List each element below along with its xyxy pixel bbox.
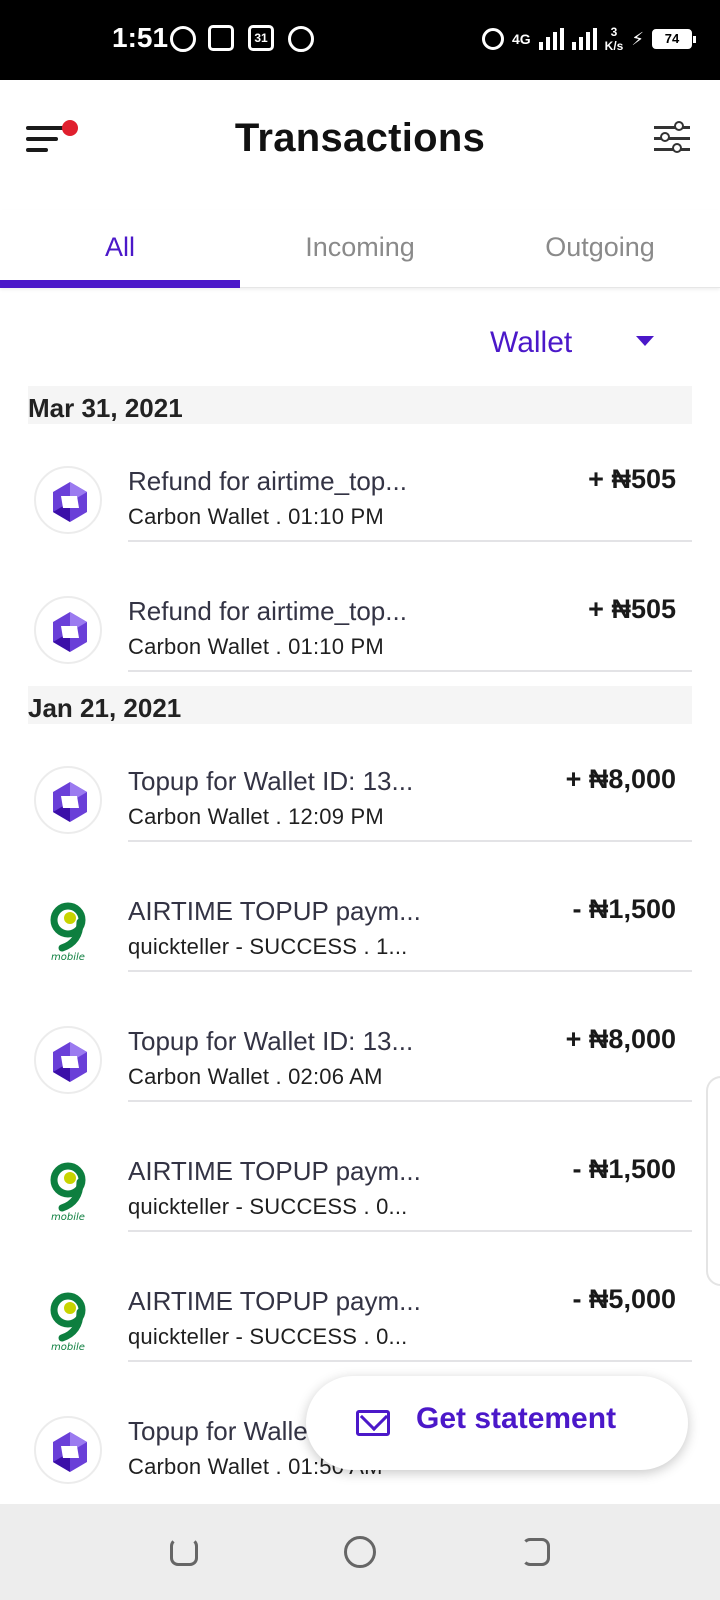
carbon-logo-icon	[34, 766, 102, 834]
tab-incoming[interactable]: Incoming	[240, 210, 480, 287]
date-header: Jan 21, 2021	[28, 686, 692, 724]
divider	[128, 540, 692, 542]
signal-icon	[538, 28, 564, 50]
home-icon[interactable]	[344, 1536, 376, 1568]
9mobile-logo-icon: mobile	[34, 1156, 102, 1224]
transaction-row[interactable]: Topup for Wallet ID: 13... Carbon Wallet…	[0, 746, 720, 856]
divider	[128, 1100, 692, 1102]
battery-icon: 74	[652, 29, 696, 49]
transaction-subtitle: Carbon Wallet . 02:06 AM	[128, 1064, 383, 1089]
carbon-logo-icon	[34, 1416, 102, 1484]
transaction-subtitle: quickteller - SUCCESS . 0...	[128, 1194, 408, 1219]
transaction-row[interactable]: mobile AIRTIME TOPUP paym... quickteller…	[0, 1266, 720, 1376]
wallet-dropdown[interactable]: Wallet	[490, 326, 660, 366]
transaction-amount: + ₦505	[588, 594, 676, 624]
transaction-row[interactable]: mobile AIRTIME TOPUP paym... quickteller…	[0, 1136, 720, 1246]
transaction-row[interactable]: mobile AIRTIME TOPUP paym... quickteller…	[0, 876, 720, 986]
recents-icon[interactable]	[522, 1538, 550, 1566]
transaction-amount: + ₦8,000	[565, 1024, 676, 1054]
tab-all[interactable]: All	[0, 210, 240, 288]
calendar-icon: 31	[248, 25, 274, 51]
filter-button[interactable]	[654, 121, 694, 156]
status-app-icon	[170, 26, 196, 52]
data-saver-icon	[288, 26, 314, 52]
carbon-logo-icon	[34, 466, 102, 534]
filter-knob-3	[672, 143, 682, 153]
app-header: Transactions	[0, 80, 720, 210]
status-bar: 1:51 31 4G 3 K/s ⚡ 74	[0, 0, 720, 80]
net-speed-value: 3	[610, 25, 618, 39]
transaction-amount: + ₦8,000	[565, 764, 676, 794]
divider	[128, 840, 692, 842]
9mobile-logo-icon: mobile	[34, 896, 102, 964]
transaction-amount: - ₦1,500	[572, 1154, 676, 1184]
wallet-dropdown-label: Wallet	[490, 326, 573, 359]
charging-icon: ⚡	[631, 28, 644, 49]
transaction-title: AIRTIME TOPUP paym...	[128, 1286, 421, 1316]
tab-outgoing[interactable]: Outgoing	[480, 210, 720, 287]
divider	[128, 1230, 692, 1232]
get-statement-button[interactable]: Get statement	[306, 1376, 688, 1470]
transaction-subtitle: quickteller - SUCCESS . 1...	[128, 934, 408, 959]
transaction-amount: - ₦5,000	[572, 1284, 676, 1314]
transaction-title: AIRTIME TOPUP paym...	[128, 896, 421, 926]
carbon-logo-icon	[34, 596, 102, 664]
transaction-tabs: All Incoming Outgoing	[0, 210, 720, 288]
back-icon[interactable]	[170, 1538, 198, 1566]
transaction-amount: + ₦505	[588, 464, 676, 494]
transaction-row[interactable]: Refund for airtime_top... Carbon Wallet …	[0, 446, 720, 556]
svg-text:mobile: mobile	[51, 1342, 85, 1353]
divider	[128, 1360, 692, 1362]
9mobile-logo-icon: mobile	[34, 1286, 102, 1354]
transaction-title: Refund for airtime_top...	[128, 466, 407, 496]
transaction-amount: - ₦1,500	[572, 894, 676, 924]
svg-text:mobile: mobile	[51, 952, 85, 963]
transaction-title: Topup for Wallet ID: 13...	[128, 766, 414, 796]
transaction-subtitle: Carbon Wallet . 01:10 PM	[128, 634, 384, 659]
net-speed: 3 K/s	[605, 25, 624, 53]
transaction-row[interactable]: Topup for Wallet ID: 13... Carbon Wallet…	[0, 1006, 720, 1116]
divider	[128, 970, 692, 972]
transaction-subtitle: Carbon Wallet . 01:10 PM	[128, 504, 384, 529]
system-nav-bar	[0, 1504, 720, 1600]
carbon-logo-icon	[34, 1026, 102, 1094]
signal-icon-2	[571, 28, 597, 50]
svg-text:mobile: mobile	[51, 1212, 85, 1223]
status-time: 1:51	[112, 22, 169, 53]
status-indicators: 4G 3 K/s ⚡ 74	[481, 22, 696, 56]
transaction-title: Topup for Wallet ID: 13...	[128, 1026, 414, 1056]
transaction-subtitle: quickteller - SUCCESS . 0...	[128, 1324, 408, 1349]
hotspot-icon	[481, 28, 504, 50]
filter-line	[654, 126, 690, 129]
transaction-row[interactable]: Refund for airtime_top... Carbon Wallet …	[0, 576, 720, 686]
page-title: Transactions	[234, 116, 486, 160]
transaction-title: AIRTIME TOPUP paym...	[128, 1156, 421, 1186]
net-speed-unit: K/s	[604, 39, 624, 53]
news-icon	[208, 25, 234, 51]
network-type: 4G	[511, 31, 531, 47]
divider	[128, 670, 692, 672]
get-statement-label: Get statement	[416, 1402, 617, 1435]
filter-knob-2	[660, 132, 670, 142]
date-header: Mar 31, 2021	[28, 386, 692, 424]
mail-icon	[356, 1410, 390, 1436]
filter-knob	[674, 121, 684, 131]
transaction-title: Refund for airtime_top...	[128, 596, 407, 626]
edge-panel-handle[interactable]	[706, 1076, 720, 1286]
transaction-subtitle: Carbon Wallet . 12:09 PM	[128, 804, 384, 829]
chevron-down-icon	[636, 336, 654, 346]
